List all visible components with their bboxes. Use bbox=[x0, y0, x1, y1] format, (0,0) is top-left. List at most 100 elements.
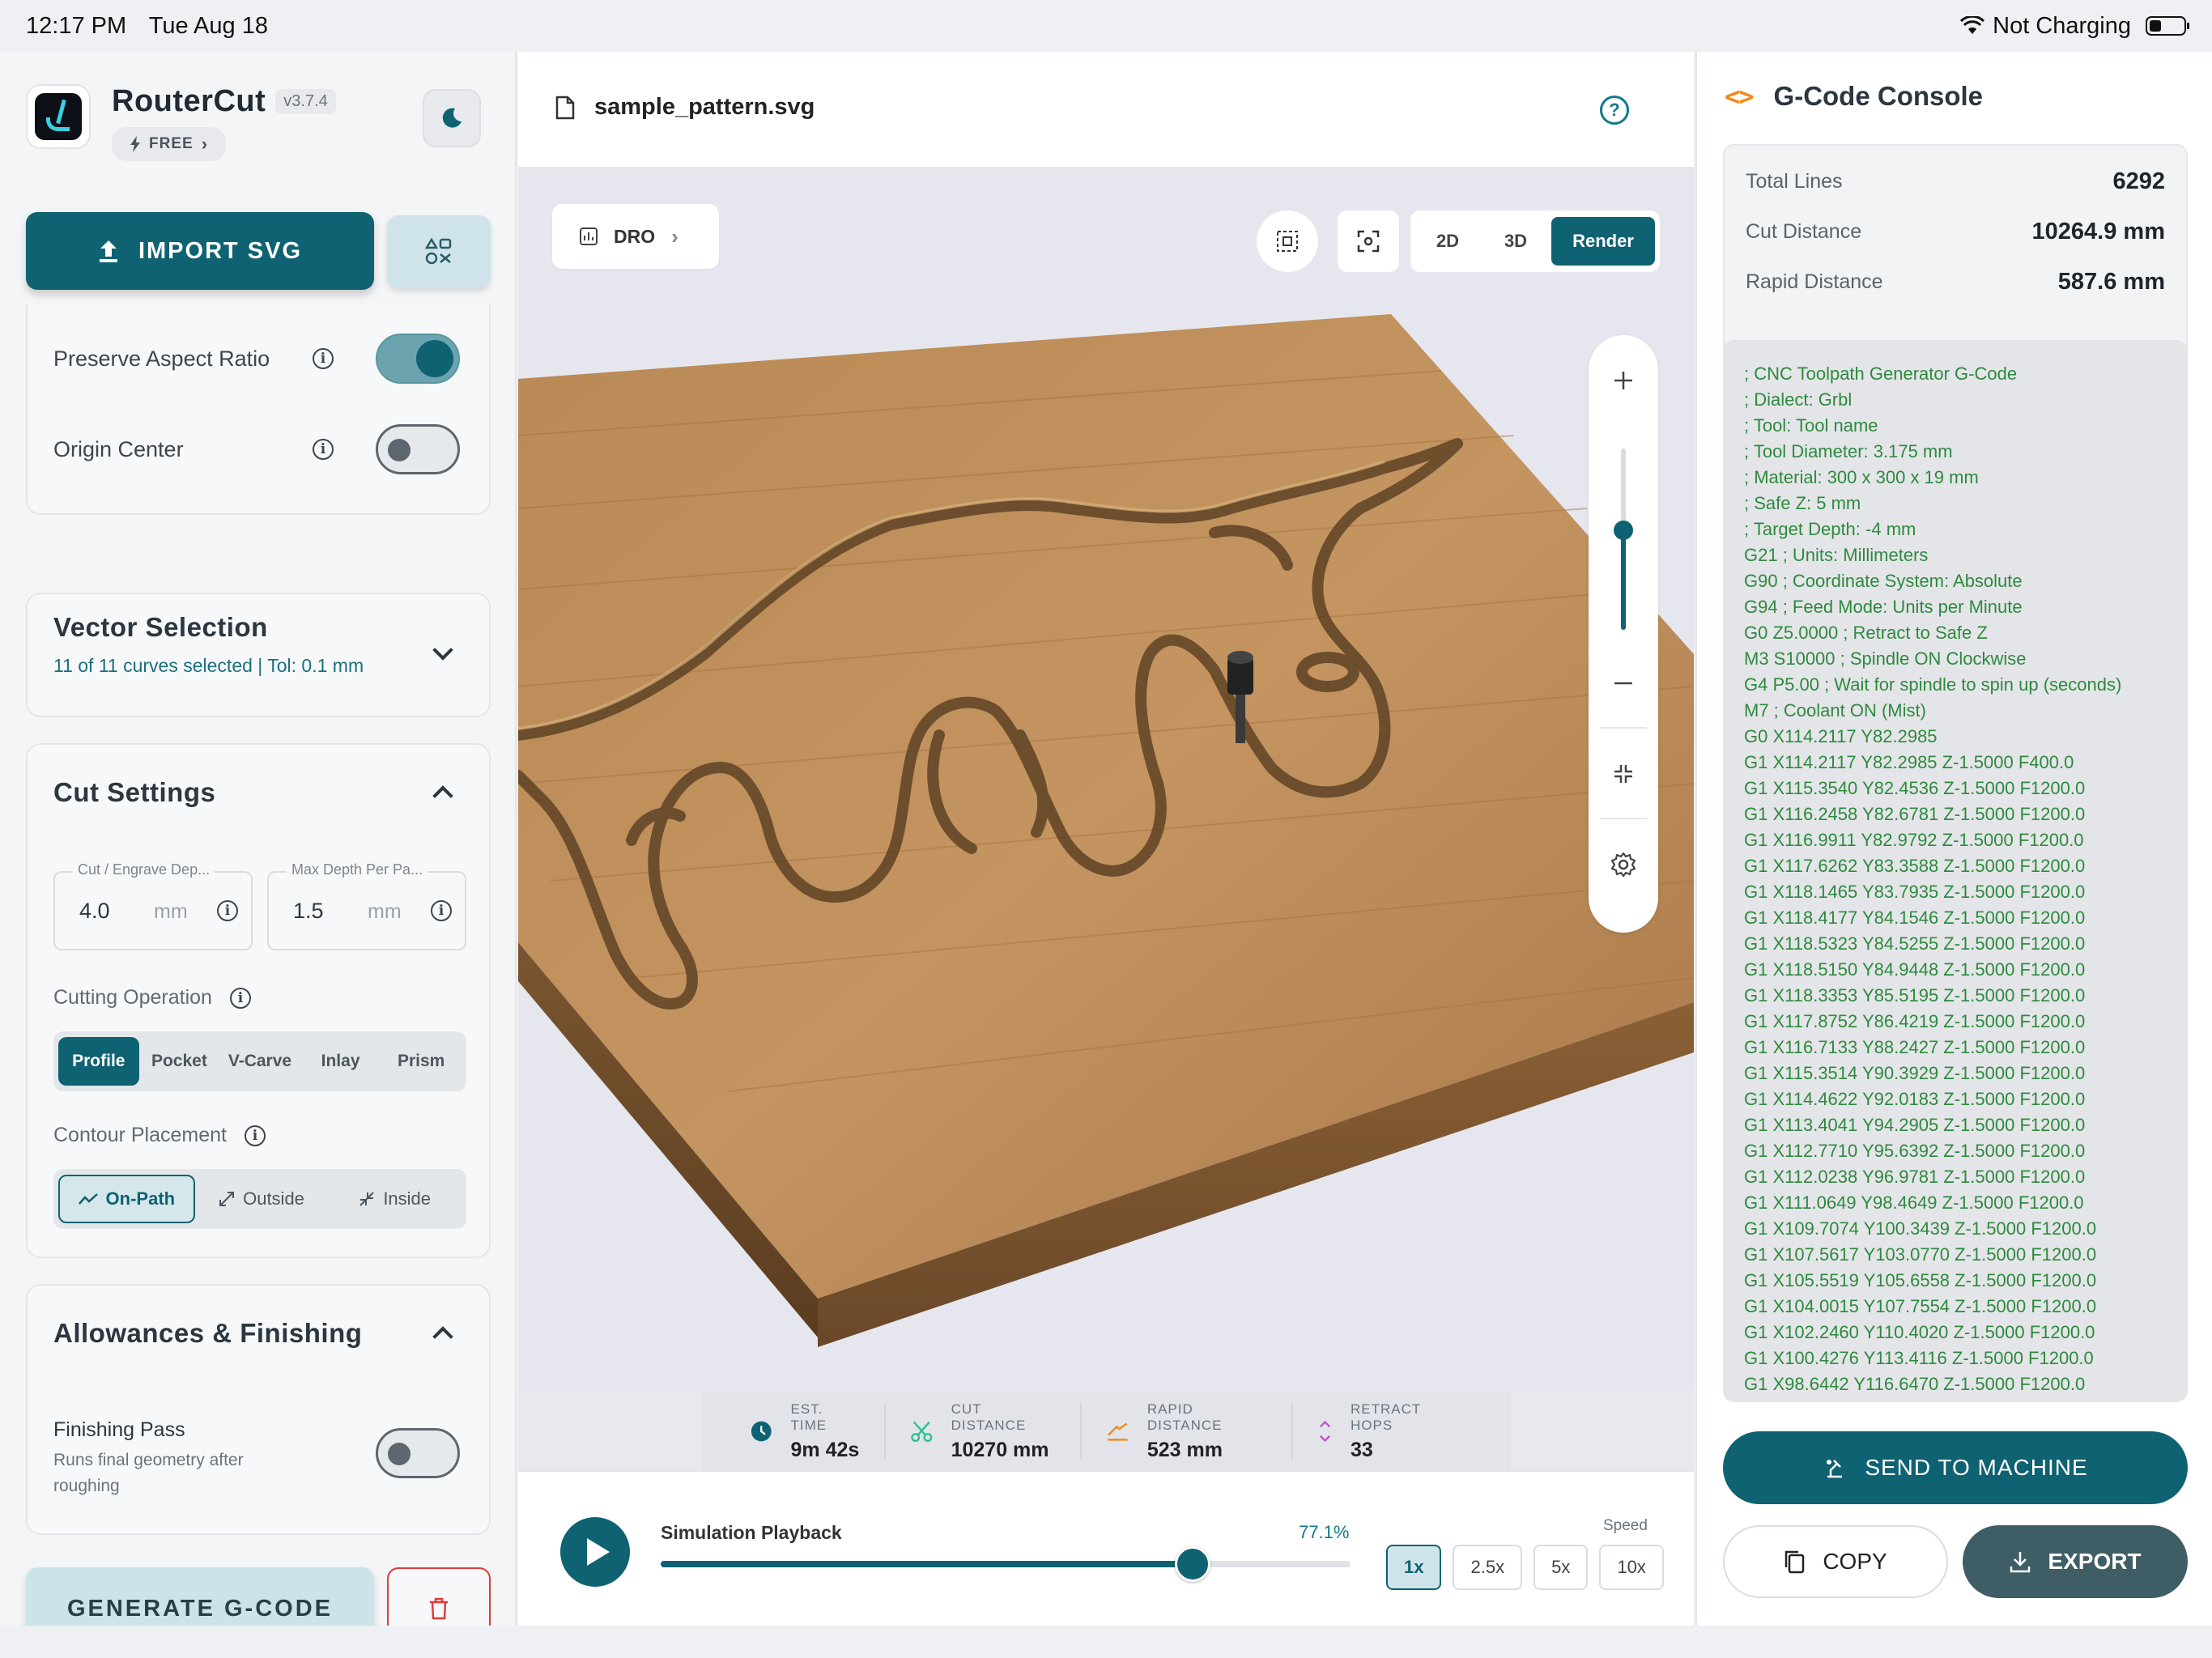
gcode-line: G1 X107.5617 Y103.0770 Z-1.5000 F1200.0 bbox=[1744, 1244, 2097, 1265]
operation-v-carve[interactable]: V-Carve bbox=[219, 1037, 300, 1086]
contour-on-path[interactable]: On-Path bbox=[58, 1175, 195, 1223]
dro-button[interactable]: DRO › bbox=[552, 204, 719, 269]
speed-10x-button[interactable]: 10x bbox=[1599, 1545, 1664, 1590]
view-mode-2d[interactable]: 2D bbox=[1415, 217, 1480, 266]
gcode-lines: ; CNC Toolpath Generator G-Code ; Dialect… bbox=[1723, 340, 2188, 1397]
gcode-line: G1 X117.6262 Y83.3588 Z-1.5000 F1200.0 bbox=[1744, 856, 2086, 876]
help-icon[interactable]: ? bbox=[1600, 96, 1629, 125]
cut-depth-value[interactable]: 4.0 bbox=[79, 899, 110, 924]
operation-pocket[interactable]: Pocket bbox=[139, 1037, 220, 1086]
gcode-line: G1 X118.1465 Y83.7935 Z-1.5000 F1200.0 bbox=[1744, 882, 2086, 902]
info-icon[interactable]: i bbox=[431, 900, 452, 921]
collapse-icon bbox=[359, 1192, 375, 1206]
expand-icon bbox=[219, 1192, 235, 1206]
file-icon bbox=[555, 96, 575, 119]
speed-1x-button[interactable]: 1x bbox=[1386, 1545, 1442, 1590]
focus-icon bbox=[1357, 230, 1380, 253]
toolpath-stats: EST. TIME 9m 42s CUT DISTANCE 10270 mm R… bbox=[701, 1391, 1511, 1472]
export-button[interactable]: EXPORT bbox=[1963, 1525, 2188, 1598]
max-depth-unit: mm bbox=[368, 900, 402, 923]
view-mode-render[interactable]: Render bbox=[1551, 217, 1655, 266]
gcode-line: G1 X98.6442 Y116.6470 Z-1.5000 F1200.0 bbox=[1744, 1374, 2086, 1394]
wifi-icon bbox=[1960, 16, 1985, 34]
gcode-line: G90 ; Coordinate System: Absolute bbox=[1744, 571, 2023, 591]
vector-selection-card[interactable]: Vector Selection 11 of 11 curves selecte… bbox=[26, 593, 491, 717]
gcode-line: ; Dialect: Grbl bbox=[1744, 389, 1853, 410]
trash-icon bbox=[430, 1597, 448, 1620]
gcode-line: G1 X116.9911 Y82.9792 Z-1.5000 F1200.0 bbox=[1744, 830, 2084, 850]
playback-scrubber-knob[interactable] bbox=[1174, 1546, 1210, 1582]
summary-row: Cut Distance 10264.9 mm bbox=[1746, 219, 2165, 245]
viewport-settings-button[interactable] bbox=[1589, 840, 1658, 889]
chevron-right-icon: › bbox=[671, 223, 678, 249]
plan-label: FREE bbox=[149, 135, 194, 152]
zoom-out-button[interactable] bbox=[1589, 659, 1658, 708]
cut-depth-unit: mm bbox=[154, 900, 188, 923]
info-icon[interactable]: i bbox=[217, 900, 238, 921]
cut-settings-title: Cut Settings bbox=[53, 777, 216, 807]
speed-selector: 1x 2.5x 5x 10x bbox=[1386, 1545, 1664, 1590]
chevron-up-icon[interactable] bbox=[432, 1326, 453, 1347]
stat-rapid-distance: RAPID DISTANCE 523 mm bbox=[1082, 1401, 1293, 1461]
moon-icon bbox=[442, 108, 462, 128]
gcode-output[interactable]: ; CNC Toolpath Generator G-Code ; Dialect… bbox=[1723, 340, 2188, 1402]
gcode-line: G0 Z5.0000 ; Retract to Safe Z bbox=[1744, 623, 1988, 643]
gcode-line: G4 P5.00 ; Wait for spindle to spin up (… bbox=[1744, 674, 2122, 695]
collapse-view-button[interactable] bbox=[1589, 750, 1658, 798]
info-icon[interactable]: i bbox=[313, 348, 334, 369]
contour-inside[interactable]: Inside bbox=[328, 1175, 462, 1223]
max-depth-value[interactable]: 1.5 bbox=[293, 899, 324, 924]
operation-prism[interactable]: Prism bbox=[381, 1037, 462, 1086]
zoom-slider-knob[interactable] bbox=[1614, 520, 1633, 540]
finishing-pass-toggle[interactable] bbox=[376, 1428, 460, 1478]
chevron-right-icon: › bbox=[201, 134, 209, 154]
operation-profile[interactable]: Profile bbox=[58, 1037, 139, 1086]
contour-outside-label: Outside bbox=[243, 1188, 304, 1209]
import-svg-button[interactable]: IMPORT SVG bbox=[26, 212, 374, 290]
chevron-down-icon[interactable] bbox=[432, 640, 453, 661]
render-viewport[interactable]: DRO › 2D 3D Render bbox=[518, 168, 1694, 1391]
info-icon[interactable]: i bbox=[313, 439, 334, 460]
speed-5x-button[interactable]: 5x bbox=[1534, 1545, 1589, 1590]
contour-outside[interactable]: Outside bbox=[195, 1175, 329, 1223]
origin-center-toggle[interactable] bbox=[376, 424, 460, 474]
gcode-line: G1 X113.4041 Y94.2905 Z-1.5000 F1200.0 bbox=[1744, 1115, 2086, 1135]
info-icon[interactable]: i bbox=[245, 1124, 266, 1146]
zoom-in-button[interactable] bbox=[1589, 356, 1658, 405]
playback-percent: 77.1% bbox=[1299, 1522, 1350, 1542]
cut-depth-field[interactable]: Cut / Engrave Dep... 4.0 mm i bbox=[53, 861, 253, 950]
plan-badge[interactable]: FREE › bbox=[112, 127, 227, 161]
stat-label: RAPID DISTANCE bbox=[1146, 1401, 1223, 1433]
gcode-line: G1 X117.8752 Y86.4219 Z-1.5000 F1200.0 bbox=[1744, 1011, 2086, 1031]
copy-button[interactable]: COPY bbox=[1723, 1525, 1948, 1598]
rapid-icon bbox=[1108, 1422, 1128, 1441]
summary-value: 6292 bbox=[2112, 168, 2165, 194]
fit-view-button[interactable] bbox=[1338, 210, 1399, 272]
chevron-up-icon[interactable] bbox=[432, 785, 453, 806]
theme-toggle-button[interactable] bbox=[423, 89, 481, 147]
chart-icon bbox=[580, 227, 598, 245]
workspace: sample_pattern.svg ? DRO › 2D 3D Render … bbox=[518, 52, 1694, 1626]
download-icon bbox=[2010, 1552, 2031, 1573]
gcode-line: ; Target Depth: -4 mm bbox=[1744, 519, 1916, 539]
max-depth-field[interactable]: Max Depth Per Pa... 1.5 mm i bbox=[267, 861, 466, 950]
gcode-line: G1 X116.2458 Y82.6781 Z-1.5000 F1200.0 bbox=[1744, 804, 2086, 824]
play-icon bbox=[587, 1538, 610, 1566]
view-mode-3d[interactable]: 3D bbox=[1483, 217, 1548, 266]
speed-2-5x-button[interactable]: 2.5x bbox=[1453, 1545, 1523, 1590]
operation-inlay[interactable]: Inlay bbox=[300, 1037, 381, 1086]
play-button[interactable] bbox=[560, 1517, 630, 1587]
summary-value: 587.6 mm bbox=[2057, 269, 2165, 295]
info-icon[interactable]: i bbox=[229, 987, 251, 1009]
summary-value: 10264.9 mm bbox=[2031, 219, 2165, 244]
preserve-aspect-toggle[interactable] bbox=[376, 334, 460, 384]
scissors-icon bbox=[911, 1421, 933, 1443]
gcode-line: M3 S10000 ; Spindle ON Clockwise bbox=[1744, 648, 2027, 669]
send-to-machine-button[interactable]: SEND TO MACHINE bbox=[1723, 1431, 2188, 1504]
select-area-button[interactable] bbox=[1257, 210, 1318, 272]
shapes-button[interactable] bbox=[387, 215, 491, 288]
contour-placement-section: Contour Placement i bbox=[53, 1124, 266, 1147]
gcode-line: G1 X116.7133 Y88.2427 Z-1.5000 F1200.0 bbox=[1744, 1037, 2086, 1057]
gcode-line: G1 X115.3540 Y82.4536 Z-1.5000 F1200.0 bbox=[1744, 778, 2086, 798]
stat-label: CUT DISTANCE bbox=[951, 1401, 1027, 1433]
